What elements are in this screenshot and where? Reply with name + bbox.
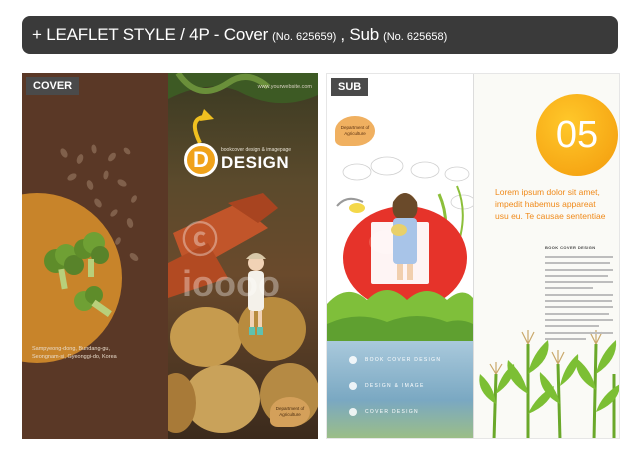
body-line [545, 293, 613, 296]
cover-dept-line-2: Agriculture [279, 412, 301, 417]
website-url: www.yourwebsite.com [257, 84, 312, 90]
body-line [545, 337, 586, 340]
cover-preview: Sampyeong-dong, Bundang-gu, Seongnam-si,… [22, 73, 318, 439]
menu-item-1: BOOK COVER DESIGN [349, 356, 441, 364]
sub-tag: SUB [331, 78, 369, 96]
design-text: bookcover design & imagepage DESIGN [221, 147, 291, 173]
body-line [545, 281, 613, 284]
address-line-1: Sampyeong-dong, Bundang-gu, [32, 346, 110, 352]
book-cover-title: BOOK COVER DESIGN [545, 245, 596, 250]
menu-item-2: DESIGN & IMAGE [349, 382, 425, 390]
body-line [545, 300, 612, 303]
cover-back-panel: Sampyeong-dong, Bundang-gu, Seongnam-si,… [22, 73, 168, 439]
body-line [545, 262, 611, 265]
body-line [545, 268, 613, 271]
body-line [545, 325, 600, 328]
body-line [545, 312, 609, 315]
header-separator: , Sub [340, 25, 380, 44]
sub-left-page: Department of Agriculture BOOK COVER DES… [327, 74, 473, 438]
broccoli-illustration [44, 232, 112, 318]
menu-dot-icon [349, 408, 357, 416]
lorem-line-1: Lorem ipsum dolor sit amet, [495, 187, 600, 197]
body-line [545, 331, 613, 334]
body-line [545, 306, 613, 309]
menu-item-3: COVER DESIGN [349, 408, 419, 416]
watermark: ⓒ ioooo [182, 219, 280, 304]
lorem-line-2: impedit habemus appareat [495, 199, 596, 209]
lorem-heading: Lorem ipsum dolor sit amet, impedit habe… [495, 186, 619, 222]
menu-dot-icon [349, 382, 357, 390]
floral-pattern [44, 144, 139, 318]
cover-dept-badge: Department of Agriculture [270, 397, 310, 427]
header-sub-number: (No. 625658) [383, 31, 448, 43]
menu-label-2: DESIGN & IMAGE [365, 383, 425, 389]
menu-label-1: BOOK COVER DESIGN [365, 357, 442, 363]
body-line [545, 274, 608, 277]
body-text-placeholder [545, 256, 613, 344]
sub-dept-badge: Department of Agriculture [335, 116, 375, 146]
menu-dot-icon [349, 356, 357, 364]
sub-dept-line-2: Agriculture [344, 131, 366, 136]
body-line [545, 318, 613, 321]
page-number-badge: 05 [536, 94, 618, 176]
address-line-2: Seongnam-si, Gyeonggi-do, Korea [32, 354, 117, 360]
lorem-line-3: usu eu. Te causae sententiae [495, 211, 606, 221]
cover-address: Sampyeong-dong, Bundang-gu, Seongnam-si,… [32, 345, 117, 361]
header-prefix: + LEAFLET STYLE / 4P - Cover [32, 25, 269, 44]
sub-preview: Department of Agriculture BOOK COVER DES… [326, 73, 620, 439]
apple-illustration [327, 156, 473, 341]
menu-label-3: COVER DESIGN [365, 409, 419, 415]
body-line [545, 287, 593, 290]
d-logo-icon: D [184, 143, 218, 177]
cover-tag: COVER [26, 77, 80, 95]
header-cover-number: (No. 625659) [272, 31, 337, 43]
design-logo: D bookcover design & imagepage DESIGN [184, 143, 291, 177]
body-line [545, 256, 613, 258]
header-bar: + LEAFLET STYLE / 4P - Cover (No. 625659… [22, 16, 618, 54]
design-word: DESIGN [221, 153, 290, 172]
